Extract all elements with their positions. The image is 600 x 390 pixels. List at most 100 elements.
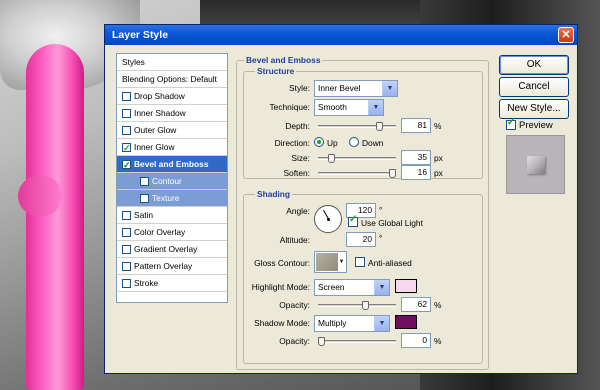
style-item-label: Satin [134, 210, 154, 220]
chevron-down-icon: ▼ [374, 280, 389, 295]
styles-list: Styles Blending Options: Default Drop Shad… [116, 53, 228, 303]
gloss-contour-label: Gloss Contour: [254, 258, 310, 268]
soften-slider-thumb[interactable] [389, 169, 396, 178]
style-preview [506, 135, 565, 194]
highlight-color-swatch[interactable] [395, 279, 417, 293]
title-bar[interactable]: Layer Style ✕ [105, 25, 577, 45]
chevron-down-icon: ▼ [374, 316, 389, 331]
style-item-checkbox[interactable] [122, 140, 131, 156]
style-item-label: Bevel and Emboss [134, 159, 209, 169]
global-light-label: Use Global Light [361, 218, 423, 228]
shadow-opacity-unit: % [434, 336, 442, 346]
depth-input[interactable]: 81 [401, 118, 431, 133]
highlight-opacity-slider[interactable] [318, 301, 396, 310]
style-item-label: Inner Glow [134, 142, 175, 152]
direction-down-radio[interactable] [349, 137, 359, 147]
style-item-checkbox[interactable] [122, 92, 131, 101]
style-item-stroke[interactable]: Stroke [117, 275, 227, 292]
style-item-inner-glow[interactable]: Inner Glow [117, 139, 227, 156]
style-label: Style: [289, 83, 310, 93]
gloss-contour-picker[interactable]: ▼ [314, 251, 347, 273]
chevron-down-icon[interactable]: ▼ [337, 252, 346, 272]
technique-select[interactable]: Smooth ▼ [314, 99, 384, 116]
angle-dial[interactable] [314, 205, 342, 233]
technique-label: Technique: [269, 102, 310, 112]
style-item-label: Blending Options: Default [122, 74, 217, 84]
soften-slider[interactable] [318, 169, 396, 178]
style-item-pattern-overlay[interactable]: Pattern Overlay [117, 258, 227, 275]
direction-up-radio[interactable] [314, 137, 324, 147]
style-item-checkbox[interactable] [122, 126, 131, 135]
highlight-opacity-label: Opacity: [279, 300, 310, 310]
style-item-label: Pattern Overlay [134, 261, 193, 271]
style-item-checkbox[interactable] [122, 211, 131, 220]
background-pink-bulge [18, 176, 62, 216]
cancel-button[interactable]: Cancel [499, 77, 569, 97]
soften-input[interactable]: 16 [401, 165, 431, 180]
highlight-mode-label: Highlight Mode: [251, 282, 310, 292]
preview-label: Preview [519, 120, 553, 131]
shadow-mode-select[interactable]: Multiply ▼ [314, 315, 390, 332]
style-select[interactable]: Inner Bevel ▼ [314, 80, 398, 97]
anti-aliased-label: Anti-aliased [368, 258, 412, 268]
style-item-inner-shadow[interactable]: Inner Shadow [117, 105, 227, 122]
style-item-color-overlay[interactable]: Color Overlay [117, 224, 227, 241]
style-item-checkbox[interactable] [122, 228, 131, 237]
shadow-opacity-thumb[interactable] [318, 337, 325, 346]
style-select-value: Inner Bevel [318, 83, 361, 93]
background-pink-shape [26, 44, 84, 390]
preview-checkbox[interactable] [506, 117, 516, 130]
highlight-mode-select[interactable]: Screen ▼ [314, 279, 390, 296]
style-item-bevel-and-emboss[interactable]: Bevel and Emboss [117, 156, 227, 173]
direction-up-label: Up [327, 138, 338, 148]
style-item-satin[interactable]: Satin [117, 207, 227, 224]
shadow-opacity-input[interactable]: 0 [401, 333, 431, 348]
style-item-gradient-overlay[interactable]: Gradient Overlay [117, 241, 227, 258]
anti-aliased-checkbox[interactable] [355, 257, 365, 267]
angle-label: Angle: [286, 206, 310, 216]
close-button[interactable]: ✕ [558, 27, 574, 43]
close-icon: ✕ [561, 29, 571, 41]
style-item-contour[interactable]: Contour [117, 173, 227, 190]
style-item-checkbox[interactable] [122, 157, 131, 173]
altitude-unit: ° [379, 233, 383, 243]
global-light-checkbox[interactable] [348, 214, 358, 227]
highlight-opacity-thumb[interactable] [362, 301, 369, 310]
style-item-checkbox[interactable] [122, 109, 131, 118]
shadow-color-swatch[interactable] [395, 315, 417, 329]
ok-button[interactable]: OK [499, 55, 569, 75]
direction-down-label: Down [362, 138, 384, 148]
style-item-label: Stroke [134, 278, 159, 288]
depth-slider[interactable] [318, 122, 396, 131]
size-label: Size: [291, 153, 310, 163]
style-item-label: Color Overlay [134, 227, 186, 237]
angle-unit: ° [379, 205, 383, 215]
shadow-opacity-slider[interactable] [318, 337, 396, 346]
size-slider-thumb[interactable] [328, 154, 335, 163]
size-input[interactable]: 35 [401, 150, 431, 165]
style-item-texture[interactable]: Texture [117, 190, 227, 207]
style-item-outer-glow[interactable]: Outer Glow [117, 122, 227, 139]
style-item-checkbox[interactable] [122, 262, 131, 271]
shading-title: Shading [255, 189, 293, 199]
shadow-mode-label: Shadow Mode: [254, 318, 310, 328]
style-item-styles[interactable]: Styles [117, 54, 227, 71]
shadow-mode-value: Multiply [318, 318, 347, 328]
dialog-title: Layer Style [112, 29, 169, 41]
style-item-label: Contour [152, 176, 182, 186]
style-item-blending-options-default[interactable]: Blending Options: Default [117, 71, 227, 88]
highlight-opacity-input[interactable]: 62 [401, 297, 431, 312]
style-item-drop-shadow[interactable]: Drop Shadow [117, 88, 227, 105]
style-item-checkbox[interactable] [122, 245, 131, 254]
size-slider[interactable] [318, 154, 396, 163]
style-item-checkbox[interactable] [140, 194, 149, 203]
soften-label: Soften: [283, 168, 310, 178]
altitude-input[interactable]: 20 [346, 232, 376, 247]
new-style-button[interactable]: New Style... [499, 99, 569, 119]
style-item-checkbox[interactable] [140, 177, 149, 186]
depth-slider-thumb[interactable] [376, 122, 383, 131]
style-item-label: Texture [152, 193, 180, 203]
style-item-checkbox[interactable] [122, 279, 131, 288]
depth-label: Depth: [285, 121, 310, 131]
style-item-label: Inner Shadow [134, 108, 186, 118]
